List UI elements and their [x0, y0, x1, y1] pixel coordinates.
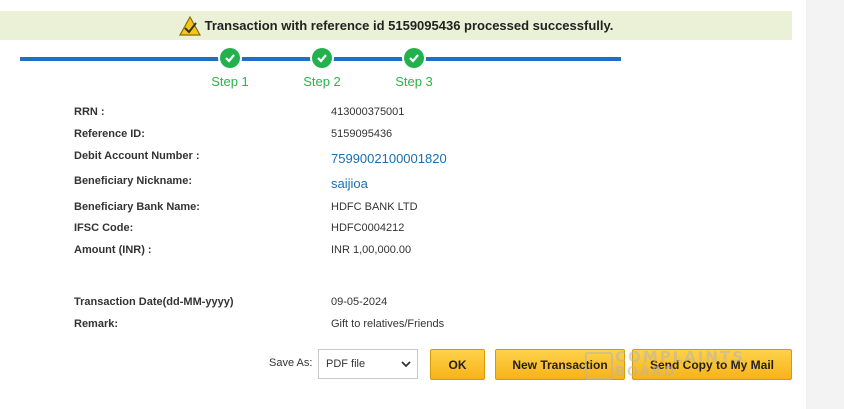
- detail-value: INR 1,00,000.00: [331, 244, 412, 256]
- send-copy-to-mail-button[interactable]: Send Copy to My Mail: [632, 349, 792, 380]
- detail-label: Reference ID:: [74, 128, 145, 140]
- detail-label: Remark:: [74, 318, 119, 330]
- detail-value: 413000375001: [331, 106, 405, 118]
- save-as-label: Save As:: [269, 357, 313, 369]
- detail-row-debit-account: Debit Account Number : 7599002100001820: [74, 150, 724, 168]
- check-icon: [220, 48, 240, 68]
- ok-button[interactable]: OK: [430, 349, 485, 380]
- detail-label: Amount (INR) :: [74, 244, 152, 256]
- detail-row-bank-name: Beneficiary Bank Name: HDFC BANK LTD: [74, 201, 724, 219]
- detail-label: Beneficiary Bank Name:: [74, 201, 200, 213]
- detail-row-remark: Remark: Gift to relatives/Friends: [74, 318, 724, 336]
- detail-row-ifsc: IFSC Code: HDFC0004212: [74, 222, 724, 240]
- step-2: Step 2: [292, 48, 352, 89]
- detail-label: Transaction Date(dd-MM-yyyy): [74, 296, 234, 308]
- step-label: Step 1: [211, 74, 249, 89]
- check-icon: [404, 48, 424, 68]
- detail-row-reference-id: Reference ID: 5159095436: [74, 128, 724, 146]
- check-icon: [312, 48, 332, 68]
- detail-row-amount: Amount (INR) : INR 1,00,000.00: [74, 244, 724, 262]
- success-banner: Transaction with reference id 5159095436…: [0, 11, 792, 40]
- detail-row-rrn: RRN : 413000375001: [74, 106, 724, 124]
- detail-label: RRN :: [74, 106, 105, 118]
- detail-value: Gift to relatives/Friends: [331, 318, 445, 330]
- save-format-select[interactable]: PDF file: [318, 349, 418, 379]
- detail-value: HDFC BANK LTD: [331, 201, 418, 213]
- action-bar: Save As: PDF file OK New Transaction Sen…: [0, 348, 806, 384]
- step-1: Step 1: [200, 48, 260, 89]
- detail-label: Beneficiary Nickname:: [74, 175, 192, 187]
- transaction-confirmation-panel: Transaction with reference id 5159095436…: [0, 0, 806, 409]
- save-format-value: PDF file: [326, 358, 366, 370]
- chevron-down-icon: [401, 361, 411, 368]
- detail-value: 5159095436: [331, 128, 393, 140]
- banner-message: Transaction with reference id 5159095436…: [204, 18, 614, 33]
- detail-row-beneficiary-nickname: Beneficiary Nickname: saijioa: [74, 175, 724, 193]
- detail-row-transaction-date: Transaction Date(dd-MM-yyyy) 09-05-2024: [74, 296, 724, 314]
- detail-value: HDFC0004212: [331, 222, 405, 234]
- beneficiary-nickname-link[interactable]: saijioa: [331, 176, 368, 191]
- step-3: Step 3: [384, 48, 444, 89]
- new-transaction-button[interactable]: New Transaction: [495, 349, 625, 380]
- detail-value: 09-05-2024: [331, 296, 388, 308]
- step-label: Step 2: [303, 74, 341, 89]
- detail-label: Debit Account Number :: [74, 150, 200, 162]
- detail-label: IFSC Code:: [74, 222, 134, 234]
- debit-account-link[interactable]: 7599002100001820: [331, 151, 447, 166]
- step-label: Step 3: [395, 74, 433, 89]
- warning-icon: [178, 15, 201, 36]
